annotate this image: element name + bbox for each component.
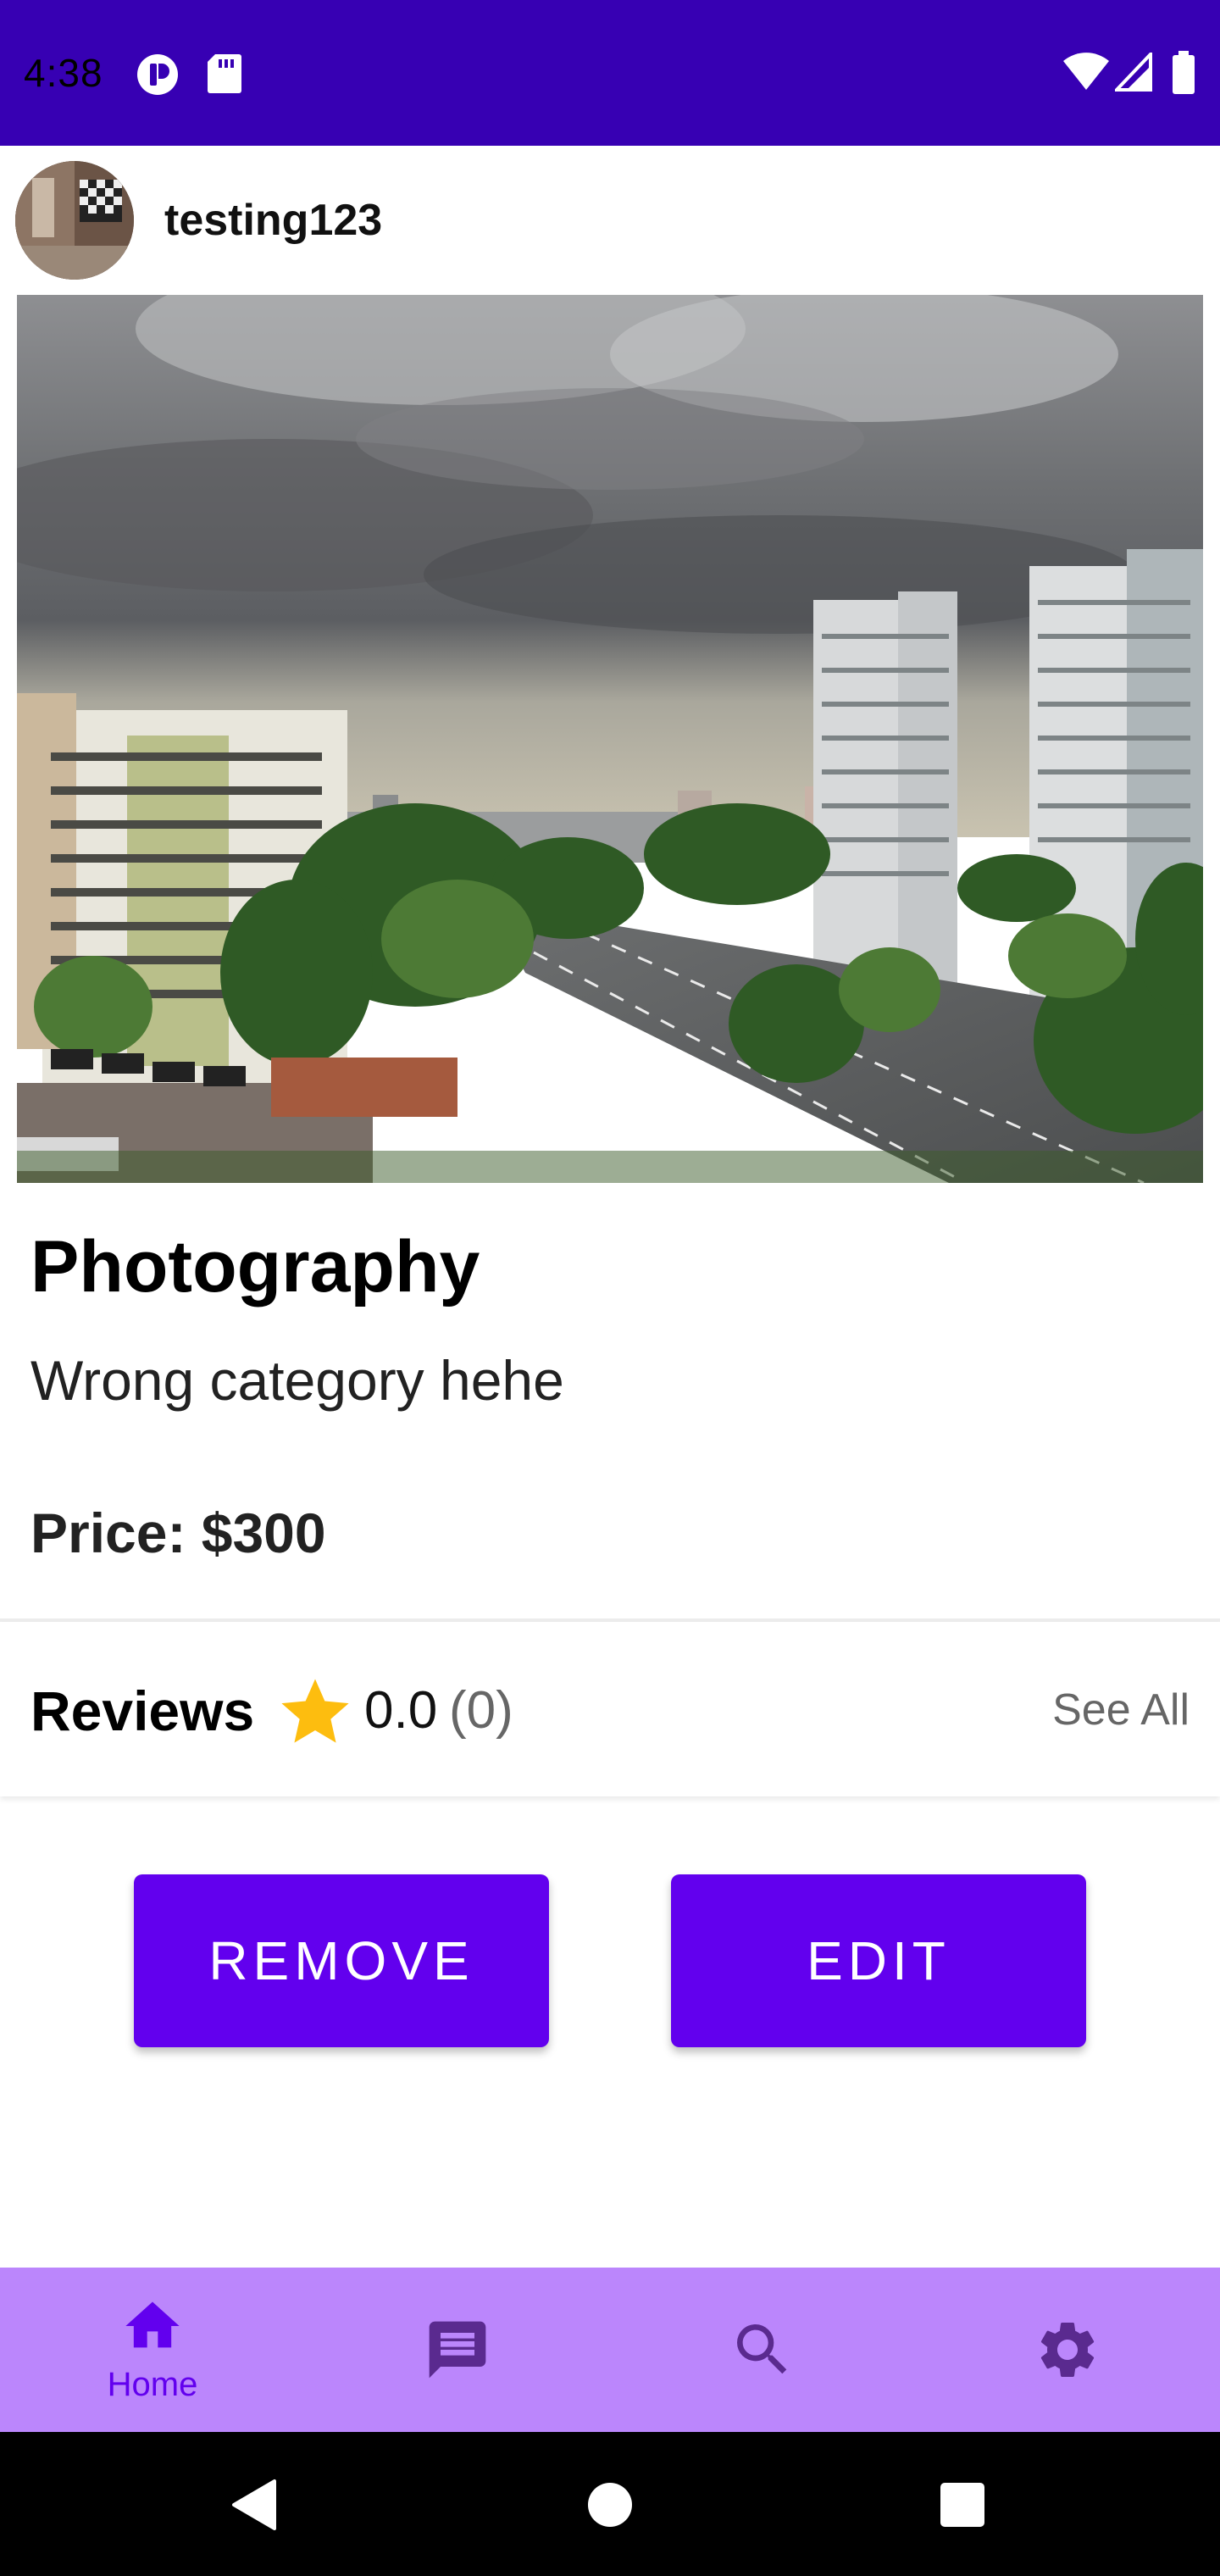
rating-value: 0.0 <box>364 1681 438 1740</box>
avatar-image <box>15 161 134 280</box>
reviews-label: Reviews <box>30 1679 255 1742</box>
post-description: Wrong category hehe <box>30 1349 564 1412</box>
sd-card-icon <box>208 54 241 93</box>
edit-button[interactable]: EDIT <box>671 1874 1086 2047</box>
search-icon <box>737 2324 787 2374</box>
star-icon <box>281 1679 349 1743</box>
rating-count: (0) <box>449 1681 513 1740</box>
message-icon <box>429 2321 486 2379</box>
wifi-icon <box>1063 53 1109 90</box>
nav-item-messages[interactable] <box>305 2268 610 2432</box>
gear-icon <box>1040 2323 1095 2377</box>
nav-home-label: Home <box>107 2366 198 2403</box>
recents-icon[interactable] <box>930 2473 995 2537</box>
post-title: Photography <box>30 1226 480 1307</box>
cellular-signal-icon <box>1115 53 1152 92</box>
home-circle-icon[interactable] <box>578 2473 642 2537</box>
notification-app-icon <box>137 54 178 95</box>
nav-item-search[interactable] <box>610 2268 915 2432</box>
post-price: Price: $300 <box>30 1502 326 1564</box>
nav-item-home[interactable]: Home <box>0 2268 305 2432</box>
battery-icon <box>1173 51 1195 94</box>
remove-button[interactable]: REMOVE <box>134 1874 549 2047</box>
back-icon[interactable] <box>222 2473 286 2537</box>
username[interactable]: testing123 <box>164 195 382 246</box>
nav-item-settings[interactable] <box>915 2268 1220 2432</box>
post-photo-image <box>17 295 1203 1183</box>
status-bar <box>0 0 1220 146</box>
home-icon <box>125 2301 180 2348</box>
status-time: 4:38 <box>24 51 103 95</box>
avatar[interactable] <box>15 161 134 280</box>
see-all-link[interactable]: See All <box>1052 1676 1190 1744</box>
post-photo <box>17 295 1203 1183</box>
